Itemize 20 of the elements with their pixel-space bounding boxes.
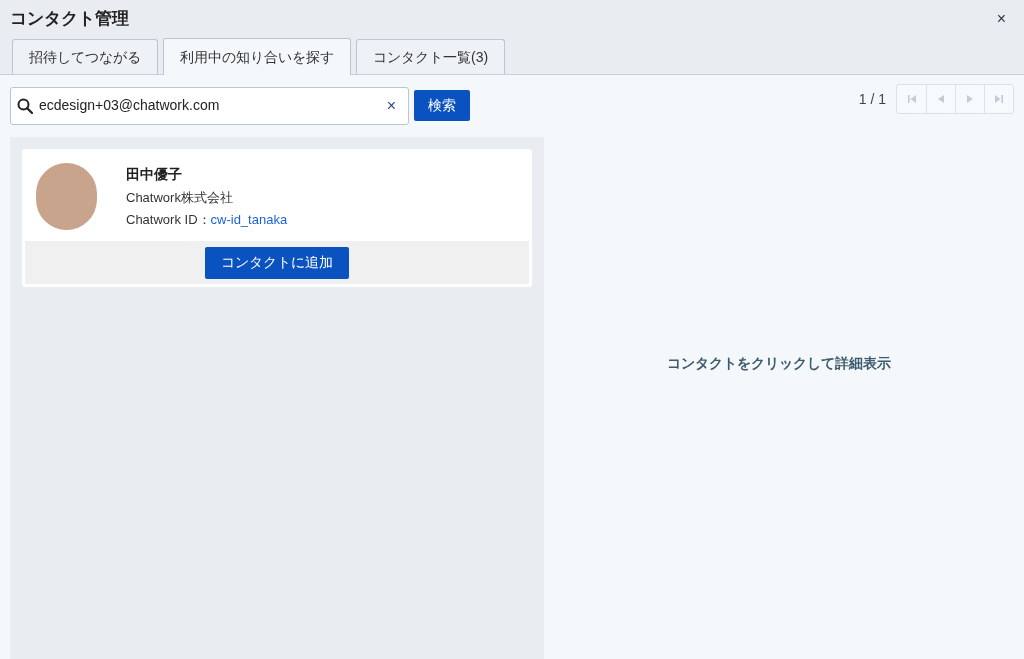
id-label: Chatwork ID： [126,211,211,229]
tab[interactable]: コンタクト一覧(3) [356,39,506,74]
avatar-photo-placeholder [36,163,97,230]
chatwork-id-link[interactable]: cw-id_tanaka [210,210,288,230]
tab[interactable]: 利用中の知り合いを探す [163,38,351,75]
contact-card[interactable]: 田中優子 Chatwork株式会社 Chatwork ID：cw-id_tanaka コンタクトに追加 [22,149,532,287]
first-page-icon [905,93,918,105]
tab[interactable]: 招待してつながる [12,39,158,74]
detail-hint: コンタクトをクリックして詳細表示 [667,353,891,373]
add-contact-button[interactable]: コンタクトに追加 [205,246,349,279]
search-icon [17,97,33,114]
last-page-icon [993,93,1005,105]
search-field[interactable]: ecdesign+03@chatwork.com × [10,86,409,125]
search-button[interactable]: 検索 [414,90,470,121]
page-indicator: 1 / 1 [858,89,886,109]
contact-name: 田中優子 [126,164,183,184]
window-title: コンタクト管理 [10,8,129,31]
close-button[interactable]: × [988,7,1014,31]
clear-button[interactable]: × [380,93,402,118]
company-name: Chatwork株式会社 [126,188,234,207]
